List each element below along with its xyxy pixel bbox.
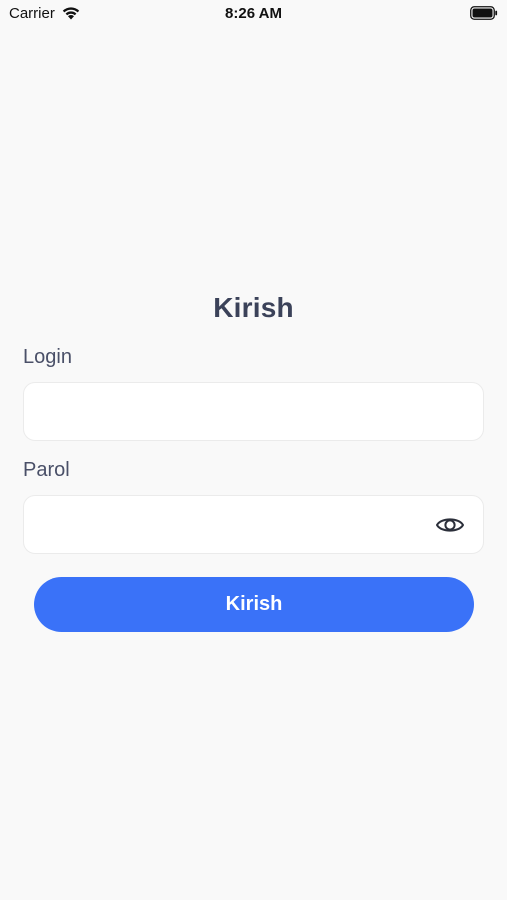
login-screen: Carrier 8:26 AM Kirish Login Parol Kiris… (0, 0, 507, 900)
login-submit-button[interactable]: Kirish (34, 577, 474, 632)
password-field-container[interactable] (23, 495, 484, 555)
login-label: Login (23, 346, 72, 368)
eye-icon[interactable] (435, 513, 465, 537)
page-title: Kirish (213, 292, 294, 323)
password-field[interactable] (38, 496, 431, 555)
login-field[interactable] (38, 383, 431, 442)
status-time: 8:26 AM (225, 5, 282, 22)
login-field-container[interactable] (23, 382, 484, 442)
battery-icon (470, 6, 498, 20)
status-bar: Carrier 8:26 AM (0, 0, 507, 28)
password-label: Parol (23, 459, 70, 481)
